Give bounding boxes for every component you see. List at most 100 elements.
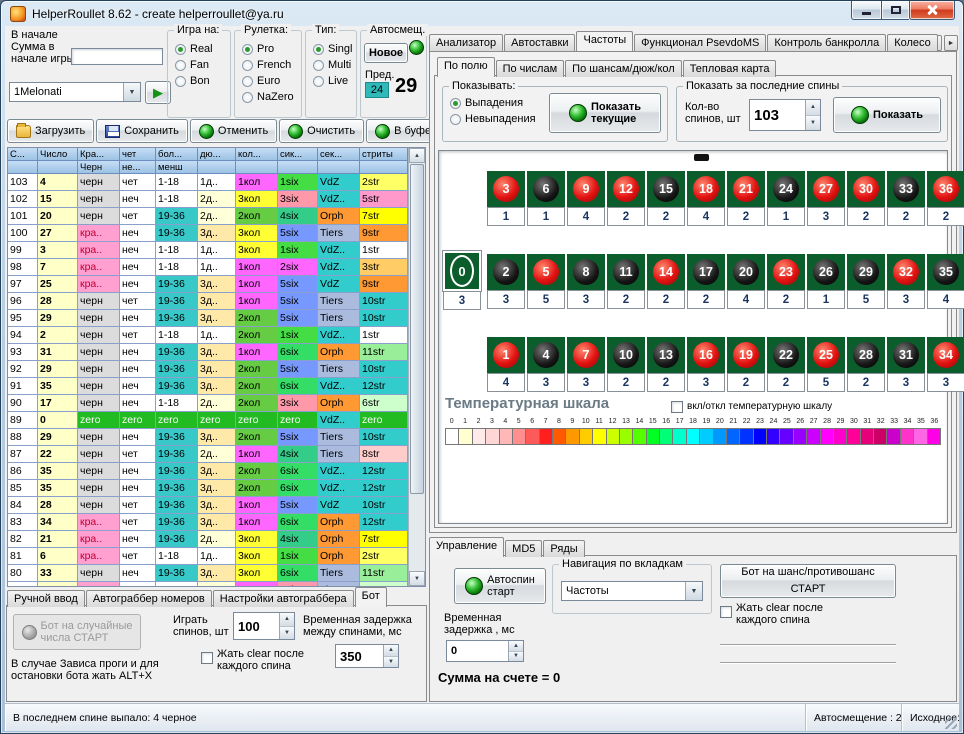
board-number-17[interactable]: 17 — [687, 254, 725, 290]
radio-Multi[interactable]: Multi — [306, 57, 356, 73]
table-row[interactable]: 9229черннеч19-363д..2кол5sixTiers10str — [8, 361, 408, 378]
combo-dropdown-icon[interactable]: ▼ — [123, 83, 140, 101]
board-number-30[interactable]: 30 — [847, 171, 885, 207]
tab-Бот[interactable]: Бот — [355, 587, 387, 607]
spinner-down-icon[interactable]: ▼ — [384, 657, 398, 668]
autospin-start-button[interactable]: Автоспин старт — [454, 568, 546, 604]
board-number-26[interactable]: 26 — [807, 254, 845, 290]
board-number-8[interactable]: 8 — [567, 254, 605, 290]
radio-Real[interactable]: Real — [168, 41, 230, 57]
tab-Функционал PsevdoMS[interactable]: Функционал PsevdoMS — [634, 34, 766, 51]
radio-Fan[interactable]: Fan — [168, 57, 230, 73]
table-row[interactable]: 1034чернчет1-181д..1кол1sixVdZ2str — [8, 174, 408, 191]
scrollbar-thumb[interactable] — [410, 164, 424, 494]
column-header[interactable]: Кра... — [78, 148, 120, 161]
column-header[interactable] — [278, 161, 318, 174]
board-number-0[interactable]: 0 — [443, 251, 481, 291]
radio-Singl[interactable]: Singl — [306, 41, 356, 57]
board-number-24[interactable]: 24 — [767, 171, 805, 207]
maximize-button[interactable] — [881, 1, 909, 20]
rp-delay-value[interactable]: 0 — [447, 641, 508, 661]
radio-Bon[interactable]: Bon — [168, 73, 230, 89]
toolbar-button-Сохранить[interactable]: Сохранить — [96, 119, 188, 143]
column-header[interactable]: стриты — [360, 148, 408, 161]
spinner-down-icon[interactable]: ▼ — [280, 627, 294, 640]
column-header[interactable] — [38, 161, 78, 174]
radio-NaZero[interactable]: NaZero — [235, 89, 301, 105]
column-header[interactable] — [360, 161, 408, 174]
spinner-up-icon[interactable]: ▲ — [384, 645, 398, 657]
spinner-arrows[interactable]: ▲ ▼ — [805, 100, 820, 130]
board-number-9[interactable]: 9 — [567, 171, 605, 207]
column-header[interactable]: дю... — [198, 148, 236, 161]
column-header[interactable]: чет — [120, 148, 156, 161]
table-row[interactable]: 8535черннеч19-363д..2кол6sixVdZ..12str — [8, 480, 408, 497]
chance-bot-button[interactable]: Бот на шанс/противошанс СТАРТ — [720, 564, 896, 598]
table-row[interactable]: 9725кра..неч19-363д..1кол5sixVdZ9str — [8, 276, 408, 293]
spinner-up-icon[interactable]: ▲ — [280, 613, 294, 627]
tab-По шансам/дюж/кол[interactable]: По шансам/дюж/кол — [565, 60, 682, 77]
board-number-6[interactable]: 6 — [527, 171, 565, 207]
spinner-arrows[interactable]: ▲ ▼ — [508, 641, 523, 661]
column-header[interactable]: сек... — [318, 148, 360, 161]
column-header[interactable] — [8, 161, 38, 174]
board-number-18[interactable]: 18 — [687, 171, 725, 207]
board-number-22[interactable]: 22 — [767, 337, 805, 373]
column-header[interactable]: Число — [38, 148, 78, 161]
board-number-36[interactable]: 36 — [927, 171, 964, 207]
column-header[interactable]: не... — [120, 161, 156, 174]
board-number-13[interactable]: 13 — [647, 337, 685, 373]
spinner-down-icon[interactable]: ▼ — [806, 116, 820, 131]
spins-window-spinner[interactable]: 103 ▲ ▼ — [749, 99, 821, 131]
tab-Анализатор[interactable]: Анализатор — [429, 34, 503, 51]
table-row[interactable]: 9331черннеч19-363д..1кол6sixOrph11str — [8, 344, 408, 361]
column-header[interactable] — [318, 161, 360, 174]
board-number-2[interactable]: 2 — [487, 254, 525, 290]
table-row[interactable]: 8221кра..неч19-362д..3кол4sixOrph7str — [8, 531, 408, 548]
board-number-14[interactable]: 14 — [647, 254, 685, 290]
spinner-down-icon[interactable]: ▼ — [509, 652, 523, 662]
tab-По полю[interactable]: По полю — [437, 57, 495, 77]
board-number-35[interactable]: 35 — [927, 254, 964, 290]
radio-Live[interactable]: Live — [306, 73, 356, 89]
tab-Автограббер номеров[interactable]: Автограббер номеров — [86, 590, 212, 607]
temp-scale-checkbox[interactable] — [671, 401, 683, 413]
show-current-button[interactable]: Показать текущие — [549, 93, 661, 133]
column-header[interactable]: кол... — [236, 148, 278, 161]
table-row[interactable]: 9135черннеч19-363д..2кол6sixVdZ..12str — [8, 378, 408, 395]
radio-French[interactable]: French — [235, 57, 301, 73]
spin-delay-spinner[interactable]: 350 ▲ ▼ — [335, 644, 399, 668]
table-row[interactable]: 7916кра..чет1-182д..1кол3sixTiers6str — [8, 582, 408, 586]
board-number-1[interactable]: 1 — [487, 337, 525, 373]
toolbar-button-Очистить[interactable]: Очистить — [279, 119, 364, 143]
tab-Ряды[interactable]: Ряды — [543, 540, 584, 557]
board-number-28[interactable]: 28 — [847, 337, 885, 373]
show-button[interactable]: Показать — [833, 97, 941, 133]
table-row[interactable]: 987кра..неч1-181д..1кол2sixVdZ..3str — [8, 259, 408, 276]
tab-MD5[interactable]: MD5 — [505, 540, 542, 557]
table-row[interactable]: 9529черннеч19-363д..2кол5sixTiers10str — [8, 310, 408, 327]
history-table-scrollbar[interactable]: ▲ ▼ — [408, 148, 425, 586]
spins-count-spinner[interactable]: 100 ▲ ▼ — [233, 612, 295, 640]
toolbar-button-Загрузить[interactable]: Загрузить — [7, 119, 94, 143]
spins-count-value[interactable]: 100 — [234, 613, 279, 639]
clear-after-spin-checkbox[interactable] — [201, 652, 213, 664]
tab-Частоты[interactable]: Частоты — [576, 31, 633, 51]
board-number-15[interactable]: 15 — [647, 171, 685, 207]
table-row[interactable]: 8033черннеч19-363д..3кол6sixTiers11str — [8, 565, 408, 582]
column-header[interactable] — [198, 161, 236, 174]
board-number-16[interactable]: 16 — [687, 337, 725, 373]
board-number-4[interactable]: 4 — [527, 337, 565, 373]
profile-combo[interactable]: 1Melonati ▼ — [9, 82, 141, 102]
scroll-down-icon[interactable]: ▼ — [409, 571, 425, 586]
column-header[interactable]: Черн — [78, 161, 120, 174]
table-row[interactable]: 816кра..чет1-181д..3кол1sixOrph2str — [8, 548, 408, 565]
board-number-19[interactable]: 19 — [727, 337, 765, 373]
table-row[interactable]: 10120чернчет19-362д..2кол4sixOrph7str — [8, 208, 408, 225]
table-row[interactable]: 10215черннеч1-182д..3кол3sixVdZ..5str — [8, 191, 408, 208]
tab-Настройки автограббера[interactable]: Настройки автограббера — [213, 590, 354, 607]
rp-clear-checkbox[interactable] — [720, 606, 732, 618]
tab-Контроль банкролла[interactable]: Контроль банкролла — [767, 34, 886, 51]
board-number-25[interactable]: 25 — [807, 337, 845, 373]
spin-delay-value[interactable]: 350 — [336, 645, 383, 667]
